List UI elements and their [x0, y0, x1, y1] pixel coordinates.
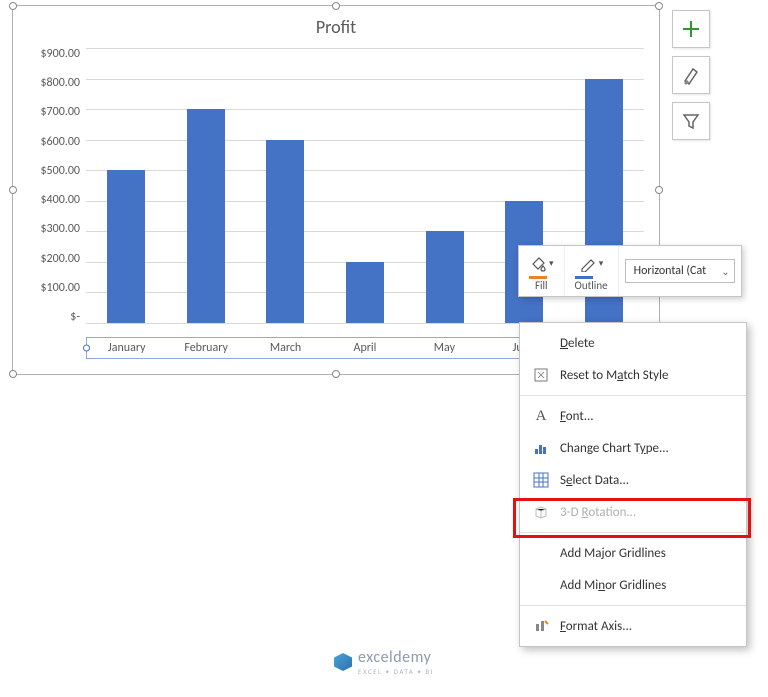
axis-handle[interactable]	[83, 345, 90, 352]
selection-handle[interactable]	[332, 370, 340, 378]
x-tick: January	[87, 338, 166, 358]
chart-element-select[interactable]: Horizontal (Cat ⌄	[625, 259, 735, 283]
menu-add-major-gridlines[interactable]: Add Major Gridlines	[520, 537, 746, 569]
chart-elements-button[interactable]	[672, 10, 710, 48]
funnel-icon	[681, 111, 701, 131]
fill-label: Fill	[529, 279, 554, 292]
bar-slot	[166, 48, 246, 323]
selection-handle[interactable]	[332, 2, 340, 10]
bar-slot	[325, 48, 405, 323]
chevron-down-icon: ⌄	[721, 265, 729, 278]
y-tick: $-	[28, 311, 80, 323]
logo-icon	[334, 653, 352, 671]
brush-icon	[681, 65, 701, 85]
blank-icon	[532, 334, 550, 352]
bar[interactable]	[426, 231, 464, 323]
x-tick: February	[166, 338, 245, 358]
bar-slot	[245, 48, 325, 323]
menu-select-data[interactable]: Select Data...	[520, 464, 746, 496]
y-tick: $300.00	[28, 223, 80, 235]
selection-handle[interactable]	[655, 2, 663, 10]
y-tick: $400.00	[28, 194, 80, 206]
watermark-sub: EXCEL • DATA • BI	[358, 667, 434, 676]
x-tick: April	[325, 338, 404, 358]
menu-change-chart-type[interactable]: Change Chart Type...	[520, 432, 746, 464]
pencil-icon	[579, 254, 597, 272]
select-data-icon	[532, 471, 550, 489]
cube-icon	[532, 503, 550, 521]
format-icon	[532, 617, 550, 635]
bar-slot	[86, 48, 166, 323]
y-axis[interactable]: $900.00 $800.00 $700.00 $600.00 $500.00 $400.…	[28, 48, 86, 323]
blank-icon	[532, 576, 550, 594]
outline-button[interactable]: ▾ Outline	[565, 246, 619, 296]
blank-icon	[532, 544, 550, 562]
font-icon: A	[532, 407, 550, 425]
watermark: exceldemy EXCEL • DATA • BI	[334, 648, 434, 676]
menu-delete[interactable]: Delete	[520, 327, 746, 359]
menu-font[interactable]: A Font...	[520, 400, 746, 432]
fill-button[interactable]: ▾ Fill	[519, 246, 565, 296]
selection-handle[interactable]	[9, 2, 17, 10]
menu-divider	[520, 605, 746, 606]
selection-handle[interactable]	[9, 370, 17, 378]
menu-format-axis[interactable]: Format Axis...	[520, 610, 746, 642]
menu-reset-style[interactable]: Reset to Match Style	[520, 359, 746, 391]
chart-title[interactable]: Profit	[13, 6, 659, 38]
chart-filters-button[interactable]	[672, 102, 710, 140]
chart-styles-button[interactable]	[672, 56, 710, 94]
menu-add-minor-gridlines[interactable]: Add Minor Gridlines	[520, 569, 746, 601]
chevron-down-icon: ▾	[549, 258, 554, 269]
menu-divider	[520, 395, 746, 396]
outline-label: Outline	[575, 279, 608, 292]
selection-handle[interactable]	[9, 186, 17, 194]
y-tick: $500.00	[28, 165, 80, 177]
bucket-icon	[529, 254, 547, 272]
select-value: Horizontal (Cat	[634, 264, 707, 278]
y-tick: $800.00	[28, 77, 80, 89]
y-tick: $200.00	[28, 253, 80, 265]
chart-side-buttons	[672, 10, 710, 140]
y-tick: $100.00	[28, 282, 80, 294]
reset-icon	[532, 366, 550, 384]
chevron-down-icon: ▾	[599, 258, 604, 269]
x-tick: March	[246, 338, 325, 358]
x-tick: May	[405, 338, 484, 358]
menu-divider	[520, 532, 746, 533]
bar[interactable]	[107, 170, 145, 323]
bar[interactable]	[346, 262, 384, 323]
y-tick: $600.00	[28, 136, 80, 148]
context-menu: Delete Reset to Match Style A Font... Ch…	[519, 322, 747, 647]
bar-slot	[405, 48, 485, 323]
watermark-brand: exceldemy	[358, 648, 431, 667]
y-tick: $900.00	[28, 48, 80, 60]
bar[interactable]	[266, 140, 304, 323]
bar[interactable]	[187, 109, 225, 323]
menu-3d-rotation: 3-D Rotation...	[520, 496, 746, 528]
chart-container[interactable]: Profit $900.00 $800.00 $700.00 $600.00 $500.…	[12, 5, 660, 375]
mini-toolbar: ▾ Fill ▾ Outline Horizontal (Cat ⌄	[518, 245, 742, 297]
chart-type-icon	[532, 439, 550, 457]
plus-icon	[681, 19, 701, 39]
y-tick: $700.00	[28, 106, 80, 118]
selection-handle[interactable]	[655, 186, 663, 194]
